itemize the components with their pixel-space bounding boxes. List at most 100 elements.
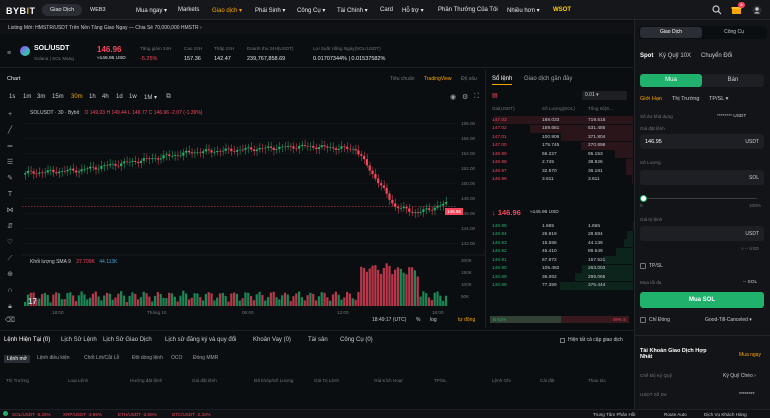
book-row[interactable]: 146.92 45.410 89.549 (488, 247, 633, 257)
orders-tab-3[interactable]: Lịch sử đăng ký và quy đổi (165, 337, 236, 343)
show-all-checkbox[interactable] (560, 338, 565, 343)
interval-3m[interactable]: 3m (37, 94, 45, 100)
nav-markets[interactable]: Markets (178, 7, 199, 13)
mode-spot[interactable]: Spot (640, 53, 653, 59)
tab-trade[interactable]: Giao Dịch (640, 27, 702, 38)
orders-subtab-4[interactable]: OCO (171, 355, 182, 361)
horizontal-line-icon[interactable]: ═ (5, 142, 15, 152)
prediction-icon[interactable]: ⇵ (5, 222, 15, 232)
menu-icon[interactable]: ≡ (7, 50, 11, 57)
interval-1h[interactable]: 1h (89, 94, 96, 100)
nav-tools[interactable]: Công Cụ ▾ (297, 7, 325, 14)
mode-margin[interactable]: Ký Quỹ 10X (659, 53, 691, 59)
book-row[interactable]: 146.96 3.611 3.611 (488, 175, 633, 185)
text-tool-icon[interactable]: T (5, 190, 15, 200)
status-ticker-xrp[interactable]: XRP/USDT -3.96% (63, 412, 102, 417)
interval-1d[interactable]: 1d (116, 94, 123, 100)
route-selector[interactable]: Route Auto (664, 412, 687, 417)
feedback-link[interactable]: Trung Tâm Phản Hồi (593, 412, 635, 417)
nav-finance[interactable]: Tài Chính ▾ (337, 7, 368, 14)
view-tradingview[interactable]: TradingView (424, 76, 452, 82)
orders-subtab-5[interactable]: Đóng MMR (193, 355, 218, 361)
nav-buy[interactable]: Mua ngay ▾ (136, 7, 167, 14)
tab-tools[interactable]: Công Cụ (703, 27, 765, 38)
price-input[interactable]: 146.95 USDT (640, 134, 764, 149)
book-view-icon[interactable]: ▤ (492, 92, 498, 99)
book-row[interactable]: 147.00 175.745 270.898 (488, 141, 633, 151)
web3-segment-button[interactable]: WEB3 (82, 4, 114, 16)
wsot-link[interactable]: WSOT (553, 7, 571, 13)
trade-segment-button[interactable]: Giao Dịch (42, 4, 83, 16)
brush-icon[interactable]: ✎ (5, 174, 15, 184)
scale-log[interactable]: log (430, 317, 437, 323)
submit-buy-button[interactable]: Mua SOL (640, 292, 764, 308)
status-ticker-eth[interactable]: ETH/USDT -3.56% (118, 412, 157, 417)
zoom-in-icon[interactable]: ⊕ (5, 270, 15, 280)
indicator-icon[interactable]: ⧉ (166, 93, 171, 101)
book-row[interactable]: 146.94 26.919 28.584 (488, 230, 633, 240)
trash-icon[interactable]: ⌫ (5, 316, 15, 326)
quantity-input[interactable]: SOL (640, 170, 764, 185)
trendline-icon[interactable]: ╱ (5, 126, 15, 136)
lock-icon[interactable]: 🔒︎ (5, 302, 15, 312)
crosshair-icon[interactable]: + (5, 110, 15, 120)
slider-handle[interactable] (640, 195, 647, 202)
book-row[interactable]: 146.93 15.555 44.139 (488, 239, 633, 248)
ruler-icon[interactable]: ⟋ (5, 254, 15, 264)
bybit-logo[interactable]: BYBIT (6, 6, 36, 16)
nav-rewards[interactable]: Phần Thưởng Của Tôi (438, 7, 498, 13)
post-only-checkbox[interactable] (640, 317, 646, 323)
fullscreen-icon[interactable]: ⛶ (474, 93, 479, 101)
pair-name[interactable]: SOL/USDT (34, 45, 69, 52)
interval-4h[interactable]: 4h (102, 94, 109, 100)
nav-support[interactable]: Hỗ trợ ▾ (402, 7, 424, 14)
support-link[interactable]: Dịch Vụ Khách Hàng (704, 412, 747, 417)
view-standard[interactable]: Tiêu chuẩn (390, 76, 415, 82)
orders-tab-4[interactable]: Khoản Vay (0) (253, 337, 291, 343)
announcement-banner[interactable]: Listing Mới: HMSTR/USDT Trên Nền Tảng Gi… (0, 22, 633, 34)
order-value-input[interactable]: USDT (640, 226, 764, 241)
account-buy-link[interactable]: Mua ngay (739, 352, 761, 358)
settings-icon[interactable]: ⚙ (462, 93, 468, 101)
nav-trade[interactable]: Giao dịch ▾ (212, 7, 242, 14)
view-depth[interactable]: Độ sâu (461, 76, 477, 82)
book-row[interactable]: 147.02 159.681 531.485 (488, 124, 633, 134)
orders-tab-5[interactable]: Tài sản (308, 337, 328, 343)
interval-15m[interactable]: 15m (52, 94, 64, 100)
avatar[interactable] (752, 5, 762, 15)
precision-select[interactable]: 0.01 ▾ (582, 91, 627, 100)
scale-auto[interactable]: tự động (458, 317, 475, 323)
book-row[interactable]: 147.03 188.033 719.518 (488, 116, 633, 125)
tab-orderbook[interactable]: Sổ lệnh (492, 76, 513, 85)
orders-tab-6[interactable]: Công Cụ (0) (340, 337, 373, 343)
status-ticker-sol[interactable]: SOL/USDT -5.25% (12, 412, 51, 417)
tpsl-checkbox[interactable] (640, 263, 646, 269)
pattern-icon[interactable]: ⋈ (5, 206, 15, 216)
orders-subtab-3[interactable]: Đôi dòng lệnh (132, 355, 163, 361)
search-icon[interactable] (712, 5, 722, 15)
orders-subtab-0[interactable]: Lệnh mở (4, 355, 30, 363)
book-row[interactable]: 146.99 56.227 95.153 (488, 150, 633, 159)
book-row[interactable]: 147.01 100.906 371.804 (488, 133, 633, 142)
book-row[interactable]: 146.95 1.665 1.665 (488, 222, 633, 231)
amount-slider[interactable] (643, 198, 757, 199)
interval-1s[interactable]: 1s (9, 94, 15, 100)
interval-1m[interactable]: 1m (23, 94, 31, 100)
book-row[interactable]: 146.89 36.062 299.065 (488, 273, 633, 282)
price-chart[interactable]: 158.00 156.00 154.00 152.00 150.00 148.00 146.… (22, 106, 486, 328)
orders-subtab-1[interactable]: Lệnh điều kiện (37, 355, 70, 361)
time-in-force-select[interactable]: Good-Till-Canceled ▾ (705, 317, 752, 323)
orders-subtab-2[interactable]: Chốt Lời/Cắt Lỗ (84, 355, 119, 361)
book-row[interactable]: 146.90 105.482 263.003 (488, 264, 633, 274)
type-market[interactable]: Thị Trường (672, 96, 699, 102)
book-row[interactable]: 146.88 77.359 376.444 (488, 281, 633, 291)
book-row[interactable]: 146.97 32.570 36.181 (488, 167, 633, 176)
type-limit[interactable]: Giới Hạn (640, 96, 662, 102)
status-ticker-btc[interactable]: BTC/USDT -2.33% (172, 412, 211, 417)
nav-card[interactable]: Card (380, 7, 393, 13)
book-row[interactable]: 146.91 67.972 157.521 (488, 256, 633, 265)
orders-tab-2[interactable]: Lịch Sử Giao Dịch (103, 337, 152, 343)
book-row[interactable]: 146.98 2.745 38.926 (488, 158, 633, 168)
scale-percent[interactable]: % (416, 317, 420, 323)
buy-side-button[interactable]: Mua (640, 74, 702, 87)
